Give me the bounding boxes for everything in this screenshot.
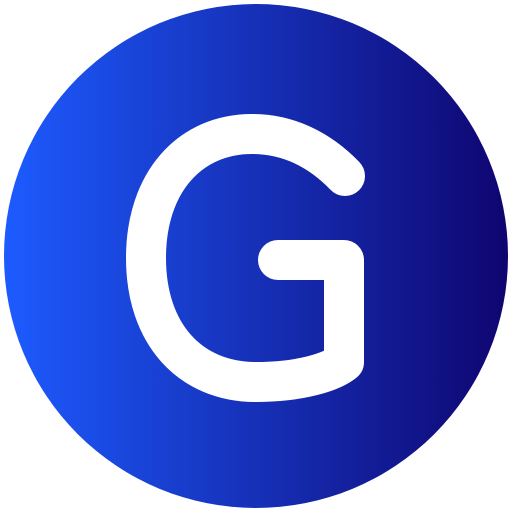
logo-icon <box>0 0 512 512</box>
logo-circle <box>4 4 508 508</box>
logo-svg <box>4 4 508 508</box>
